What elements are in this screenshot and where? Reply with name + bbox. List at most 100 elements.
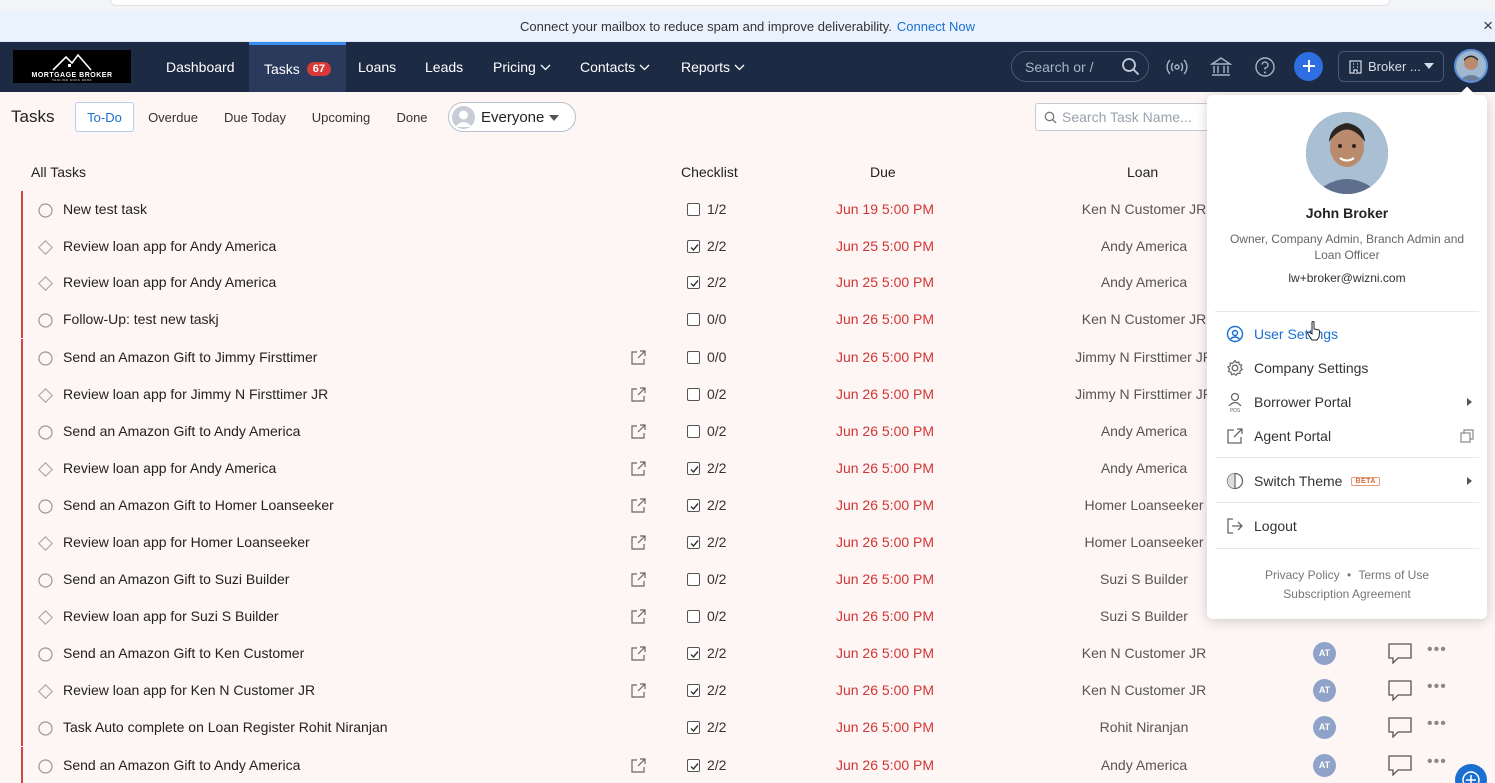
assignee-avatar[interactable]: AT: [1313, 642, 1336, 665]
nav-dashboard[interactable]: Dashboard: [166, 42, 235, 92]
task-name[interactable]: Send an Amazon Gift to Ken Customer: [63, 645, 304, 661]
checklist-checkbox[interactable]: [687, 240, 700, 253]
open-external-icon[interactable]: [631, 498, 646, 513]
task-name[interactable]: Send an Amazon Gift to Jimmy Firsttimer: [63, 349, 317, 365]
column-header-all-tasks[interactable]: All Tasks: [31, 164, 86, 180]
copy-icon[interactable]: [1460, 429, 1474, 443]
loan-link[interactable]: Homer Loanseeker: [1060, 497, 1228, 513]
task-status-diamond-icon[interactable]: [38, 388, 53, 403]
checklist-checkbox[interactable]: [687, 684, 700, 697]
open-external-icon[interactable]: [631, 683, 646, 698]
subscription-agreement-link[interactable]: Subscription Agreement: [1207, 587, 1487, 601]
task-name[interactable]: Review loan app for Andy America: [63, 274, 276, 290]
task-status-diamond-icon[interactable]: [38, 276, 53, 291]
checklist-checkbox[interactable]: [687, 425, 700, 438]
broker-selector[interactable]: Broker ...: [1338, 51, 1444, 82]
task-name[interactable]: Send an Amazon Gift to Suzi Builder: [63, 571, 289, 587]
assignee-avatar[interactable]: AT: [1313, 679, 1336, 702]
comment-icon[interactable]: [1388, 643, 1412, 664]
task-status-diamond-icon[interactable]: [38, 684, 53, 699]
loan-link[interactable]: Ken N Customer JR: [1060, 201, 1228, 217]
loan-link[interactable]: Jimmy N Firsttimer JR: [1060, 386, 1228, 402]
loan-link[interactable]: Andy America: [1060, 274, 1228, 290]
task-status-diamond-icon[interactable]: [38, 536, 53, 551]
task-name[interactable]: Review loan app for Ken N Customer JR: [63, 682, 315, 698]
broadcast-icon[interactable]: [1166, 56, 1188, 78]
column-header-due[interactable]: Due: [870, 164, 896, 180]
task-status-circle-icon[interactable]: [38, 759, 53, 774]
menu-user-settings[interactable]: User Settings: [1226, 322, 1474, 346]
search-icon[interactable]: [1121, 57, 1140, 76]
task-status-circle-icon[interactable]: [38, 499, 53, 514]
table-row[interactable]: Task Auto complete on Loan Register Rohi…: [21, 709, 1495, 746]
banner-close-icon[interactable]: ×: [1483, 17, 1493, 34]
tab-to-do[interactable]: To-Do: [75, 102, 134, 132]
task-name[interactable]: Review loan app for Suzi S Builder: [63, 608, 279, 624]
checklist-checkbox[interactable]: [687, 313, 700, 326]
open-external-icon[interactable]: [631, 387, 646, 402]
menu-borrower-portal[interactable]: POS Borrower Portal: [1226, 390, 1474, 414]
loan-link[interactable]: Ken N Customer JR: [1060, 645, 1228, 661]
task-status-diamond-icon[interactable]: [38, 462, 53, 477]
tab-due-today[interactable]: Due Today: [218, 102, 292, 132]
task-status-circle-icon[interactable]: [38, 313, 53, 328]
more-options-icon[interactable]: •••: [1427, 753, 1447, 771]
loan-link[interactable]: Homer Loanseeker: [1060, 534, 1228, 550]
assignee-avatar[interactable]: AT: [1313, 716, 1336, 739]
task-name[interactable]: Send an Amazon Gift to Homer Loanseeker: [63, 497, 334, 513]
column-header-loan[interactable]: Loan: [1127, 164, 1158, 180]
table-row[interactable]: Send an Amazon Gift to Ken Customer 2/2 Ju…: [21, 635, 1495, 672]
privacy-policy-link[interactable]: Privacy Policy: [1265, 568, 1340, 582]
column-header-checklist[interactable]: Checklist: [681, 164, 738, 180]
nav-tasks[interactable]: Tasks 67: [249, 42, 347, 92]
comment-icon[interactable]: [1388, 755, 1412, 776]
menu-company-settings[interactable]: Company Settings: [1226, 356, 1474, 380]
task-name[interactable]: Review loan app for Jimmy N Firsttimer J…: [63, 386, 328, 402]
open-external-icon[interactable]: [631, 350, 646, 365]
task-name[interactable]: Review loan app for Andy America: [63, 238, 276, 254]
loan-link[interactable]: Andy America: [1060, 460, 1228, 476]
checklist-checkbox[interactable]: [687, 499, 700, 512]
nav-loans[interactable]: Loans: [358, 42, 396, 92]
table-row[interactable]: Review loan app for Ken N Customer JR 2/2…: [21, 672, 1495, 709]
more-options-icon[interactable]: •••: [1427, 641, 1447, 659]
menu-agent-portal[interactable]: Agent Portal: [1226, 424, 1474, 448]
checklist-checkbox[interactable]: [687, 759, 700, 772]
help-icon[interactable]: [1254, 56, 1276, 78]
nav-reports[interactable]: Reports: [681, 42, 745, 92]
task-name[interactable]: Follow-Up: test new taskj: [63, 311, 219, 327]
bank-icon[interactable]: [1210, 56, 1232, 78]
task-status-circle-icon[interactable]: [38, 573, 53, 588]
task-name[interactable]: Review loan app for Homer Loanseeker: [63, 534, 310, 550]
checklist-checkbox[interactable]: [687, 388, 700, 401]
open-external-icon[interactable]: [631, 424, 646, 439]
task-name[interactable]: Send an Amazon Gift to Andy America: [63, 423, 300, 439]
checklist-checkbox[interactable]: [687, 536, 700, 549]
table-row[interactable]: Send an Amazon Gift to Andy America 2/2 Ju…: [21, 747, 1495, 783]
open-external-icon[interactable]: [631, 609, 646, 624]
global-search-input[interactable]: Search or /: [1011, 51, 1149, 82]
task-status-circle-icon[interactable]: [38, 203, 53, 218]
task-status-circle-icon[interactable]: [38, 647, 53, 662]
tab-upcoming[interactable]: Upcoming: [306, 102, 376, 132]
floating-action-button[interactable]: [1455, 764, 1487, 783]
loan-link[interactable]: Andy America: [1060, 423, 1228, 439]
task-name[interactable]: New test task: [63, 201, 147, 217]
assignee-avatar[interactable]: AT: [1313, 754, 1336, 777]
open-external-icon[interactable]: [631, 758, 646, 773]
task-search-input[interactable]: Search Task Name...: [1035, 103, 1220, 131]
add-new-button[interactable]: [1294, 52, 1323, 81]
connect-now-link[interactable]: Connect Now: [897, 19, 975, 34]
loan-link[interactable]: Ken N Customer JR: [1060, 311, 1228, 327]
checklist-checkbox[interactable]: [687, 351, 700, 364]
task-status-diamond-icon[interactable]: [38, 240, 53, 255]
tab-done[interactable]: Done: [391, 102, 433, 132]
task-name[interactable]: Send an Amazon Gift to Andy America: [63, 757, 300, 773]
checklist-checkbox[interactable]: [687, 647, 700, 660]
task-status-circle-icon[interactable]: [38, 425, 53, 440]
terms-of-use-link[interactable]: Terms of Use: [1358, 568, 1429, 582]
task-name[interactable]: Task Auto complete on Loan Register Rohi…: [63, 719, 388, 735]
nav-pricing[interactable]: Pricing: [493, 42, 551, 92]
loan-link[interactable]: Suzi S Builder: [1060, 571, 1228, 587]
comment-icon[interactable]: [1388, 680, 1412, 701]
